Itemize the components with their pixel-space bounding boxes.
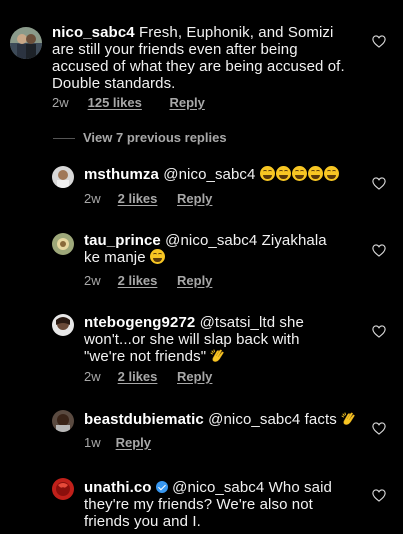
comment-meta: 2w 2 likes Reply	[84, 273, 212, 288]
reply-button[interactable]: Reply	[116, 435, 151, 450]
heart-icon[interactable]	[372, 489, 386, 502]
heart-icon[interactable]	[372, 244, 386, 257]
heart-icon[interactable]	[372, 325, 386, 338]
comment-text: unathi.co @nico_sabc4 Who said they're m…	[84, 479, 354, 530]
heart-icon[interactable]	[372, 177, 386, 190]
comment-username[interactable]: tau_prince	[84, 232, 161, 249]
reply-button[interactable]: Reply	[169, 95, 204, 110]
avatar[interactable]	[52, 314, 74, 336]
comment-meta: 1w Reply	[84, 435, 151, 450]
clapping-hands-emoji	[341, 412, 357, 426]
tears-of-joy-emoji	[259, 166, 275, 181]
comment-time: 1w	[84, 435, 101, 450]
comment-text: tau_prince @nico_sabc4 Ziyakhala ke manj…	[84, 232, 344, 266]
avatar[interactable]	[52, 478, 74, 500]
comment-time: 2w	[52, 95, 69, 110]
heart-icon[interactable]	[372, 422, 386, 435]
comment-body: @nico_sabc4	[163, 166, 256, 183]
comment-username[interactable]: msthumza	[84, 166, 159, 183]
comment-body: @nico_sabc4 facts	[208, 411, 337, 428]
likes-link[interactable]: 2 likes	[118, 273, 158, 288]
avatar[interactable]	[52, 233, 74, 255]
comment-time: 2w	[84, 191, 101, 206]
comment-text: ntebogeng9272 @tsatsi_ltd she won't...or…	[84, 314, 334, 365]
clapping-hands-emoji	[210, 349, 226, 363]
comment-text: beastdubiematic @nico_sabc4 facts	[84, 411, 364, 428]
heart-icon[interactable]	[372, 35, 386, 48]
comment-text: msthumza @nico_sabc4	[84, 166, 364, 183]
comment-username[interactable]: unathi.co	[84, 479, 152, 496]
reply-button[interactable]: Reply	[177, 369, 212, 384]
comment-time: 2w	[84, 273, 101, 288]
likes-link[interactable]: 125 likes	[88, 95, 142, 110]
view-previous-replies[interactable]: View 7 previous replies	[53, 130, 227, 145]
avatar[interactable]	[52, 410, 74, 432]
divider-line	[53, 138, 75, 140]
comment-username[interactable]: nico_sabc4	[52, 24, 135, 41]
comment-username[interactable]: beastdubiematic	[84, 411, 204, 428]
avatar[interactable]	[10, 27, 42, 59]
likes-link[interactable]: 2 likes	[118, 369, 158, 384]
tears-of-joy-emoji	[275, 166, 291, 181]
comment-meta: 2w 2 likes Reply	[84, 369, 212, 384]
tears-of-joy-emoji	[149, 249, 165, 264]
comment-username[interactable]: ntebogeng9272	[84, 314, 195, 331]
tears-of-joy-emoji	[291, 166, 307, 181]
reply-button[interactable]: Reply	[177, 273, 212, 288]
tears-of-joy-emoji	[307, 166, 323, 181]
tears-of-joy-emoji	[323, 166, 339, 181]
verified-badge-icon	[155, 481, 168, 493]
comment-time: 2w	[84, 369, 101, 384]
avatar[interactable]	[52, 166, 74, 188]
comment-text: nico_sabc4 Fresh, Euphonik, and Somizi a…	[52, 24, 352, 92]
likes-link[interactable]: 2 likes	[118, 191, 158, 206]
reply-button[interactable]: Reply	[177, 191, 212, 206]
comment-meta: 2w 125 likes Reply	[52, 95, 205, 110]
view-previous-label[interactable]: View 7 previous replies	[83, 130, 227, 145]
comment-meta: 2w 2 likes Reply	[84, 191, 212, 206]
